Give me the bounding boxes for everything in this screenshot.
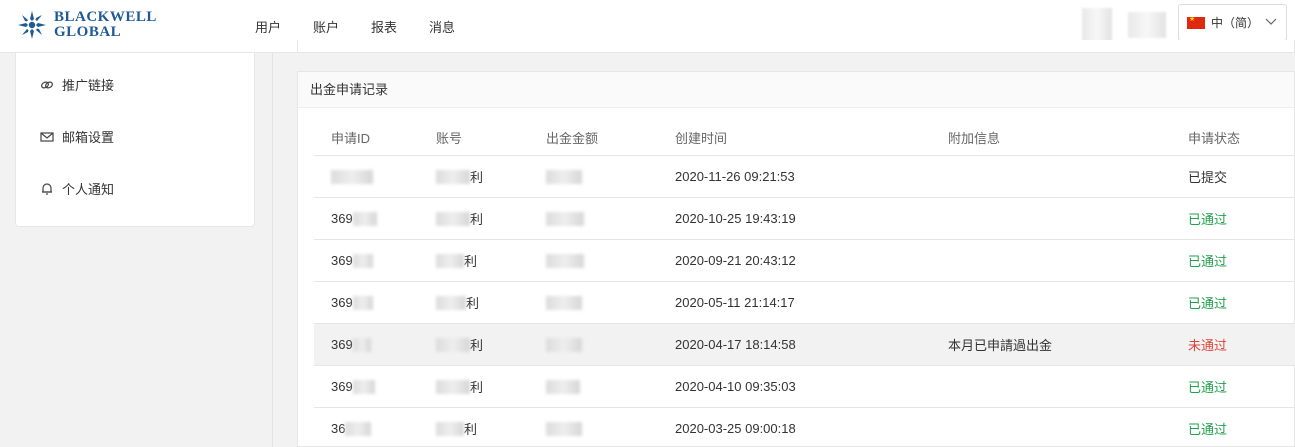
redaction-mask: [546, 379, 580, 394]
table-row[interactable]: 369 利 2020-04-17 18:14:58 本月已申請過出金 未通过: [314, 324, 1295, 366]
sidebar-item-label: 个人通知: [62, 182, 115, 197]
redaction-mask: [352, 295, 373, 310]
redaction-mask: [546, 211, 584, 226]
chevron-down-icon: [1265, 18, 1277, 25]
china-flag-icon: [1187, 15, 1205, 29]
row-created: 2020-04-17 18:14:58: [675, 337, 796, 352]
brand-line2: GLOBAL: [54, 24, 122, 40]
row-id: 369: [331, 379, 353, 394]
row-created: 2020-09-21 20:43:12: [675, 253, 796, 268]
redaction-mask: [546, 337, 582, 352]
row-account: 利: [470, 338, 484, 353]
redaction-mask: [331, 169, 373, 184]
row-account: 利: [470, 170, 484, 185]
blurred-username[interactable]: [1128, 12, 1166, 38]
row-account: 利: [470, 212, 484, 227]
row-extra: 本月已申請過出金: [948, 338, 1053, 353]
table-header: 申请ID 账号 出金金额 创建时间 附加信息 申请状态: [314, 120, 1295, 156]
withdrawal-table: 申请ID 账号 出金金额 创建时间 附加信息 申请状态 利 2020-11-26…: [314, 120, 1295, 447]
col-header-extra: 附加信息: [948, 131, 1001, 146]
row-account: 利: [464, 422, 478, 437]
nav-item-messages[interactable]: 消息: [429, 17, 455, 36]
redaction-mask: [436, 379, 470, 394]
sidebar-item-notifications[interactable]: 个人通知: [40, 179, 114, 198]
mail-icon: [40, 130, 54, 144]
redaction-mask: [436, 421, 464, 436]
card-title: 出金申请记录: [298, 72, 1294, 108]
col-header-status: 申请状态: [1188, 131, 1241, 146]
redaction-mask: [546, 253, 584, 268]
redaction-mask: [436, 295, 466, 310]
sidebar: 推广链接 邮箱设置 个人通知: [15, 53, 255, 227]
status-badge: 已通过: [1188, 296, 1228, 311]
upper-card-edge: [297, 40, 1295, 53]
nav-item-accounts[interactable]: 账户: [313, 17, 339, 36]
row-created: 2020-03-25 09:00:18: [675, 421, 796, 436]
redaction-mask: [546, 169, 582, 184]
language-label: 中（简）: [1211, 16, 1260, 30]
col-header-id: 申请ID: [331, 131, 371, 146]
row-id: 369: [331, 337, 353, 352]
redaction-mask: [352, 379, 375, 394]
language-selector[interactable]: 中（简）: [1178, 4, 1287, 41]
sidebar-item-label: 邮箱设置: [62, 130, 115, 145]
content-divider: [272, 53, 273, 447]
blurred-avatar[interactable]: [1082, 8, 1112, 44]
link-icon: [40, 78, 54, 92]
row-account: 利: [464, 254, 478, 269]
table-row[interactable]: 369 利 2020-10-25 19:43:19 已通过: [314, 198, 1295, 240]
col-header-account: 账号: [436, 131, 463, 146]
table-row[interactable]: 369 利 2020-05-11 21:14:17 已通过: [314, 282, 1295, 324]
row-created: 2020-11-26 09:21:53: [675, 169, 795, 184]
redaction-mask: [352, 253, 373, 268]
table-row[interactable]: 36 利 2020-03-25 09:00:18 已通过: [314, 408, 1295, 447]
redaction-mask: [352, 211, 377, 226]
brand-line1: BLACKWELL: [54, 9, 157, 25]
row-account: 利: [470, 380, 484, 395]
row-id: 369: [331, 295, 353, 310]
sidebar-item-label: 推广链接: [62, 78, 115, 93]
redaction-mask: [546, 295, 582, 310]
brand-logo[interactable]: BLACKWELL GLOBAL: [16, 9, 157, 41]
redaction-mask: [436, 169, 470, 184]
col-header-amount: 出金金额: [546, 131, 599, 146]
logo-icon: [18, 11, 46, 39]
status-badge: 已通过: [1188, 422, 1228, 437]
redaction-mask: [436, 337, 470, 352]
withdrawal-records-card: 出金申请记录 申请ID 账号 出金金额 创建时间 附加信息 申请状态 利 202…: [297, 71, 1295, 447]
row-created: 2020-04-10 09:35:03: [675, 379, 796, 394]
status-badge: 已提交: [1188, 170, 1228, 185]
row-id: 36: [331, 421, 346, 436]
status-badge: 已通过: [1188, 380, 1228, 395]
table-row[interactable]: 369 利 2020-04-10 09:35:03 已通过: [314, 366, 1295, 408]
col-header-created: 创建时间: [675, 131, 728, 146]
status-badge: 未通过: [1188, 338, 1228, 353]
row-id: 369: [331, 211, 353, 226]
row-id: 369: [331, 253, 353, 268]
nav-item-reports[interactable]: 报表: [371, 17, 397, 36]
redaction-mask: [436, 253, 464, 268]
redaction-mask: [345, 421, 372, 436]
status-badge: 已通过: [1188, 254, 1228, 269]
row-created: 2020-05-11 21:14:17: [675, 295, 795, 310]
redaction-mask: [436, 211, 470, 226]
row-account: 利: [466, 296, 480, 311]
redaction-mask: [352, 337, 371, 352]
bell-icon: [40, 182, 54, 196]
row-created: 2020-10-25 19:43:19: [675, 211, 796, 226]
status-badge: 已通过: [1188, 212, 1228, 227]
sidebar-item-email-settings[interactable]: 邮箱设置: [40, 127, 114, 146]
redaction-mask: [546, 421, 582, 436]
sidebar-item-promo-link[interactable]: 推广链接: [40, 75, 114, 94]
table-row[interactable]: 369 利 2020-09-21 20:43:12 已通过: [314, 240, 1295, 282]
table-row[interactable]: 利 2020-11-26 09:21:53 已提交: [314, 156, 1295, 198]
nav-item-users[interactable]: 用户: [255, 17, 281, 36]
